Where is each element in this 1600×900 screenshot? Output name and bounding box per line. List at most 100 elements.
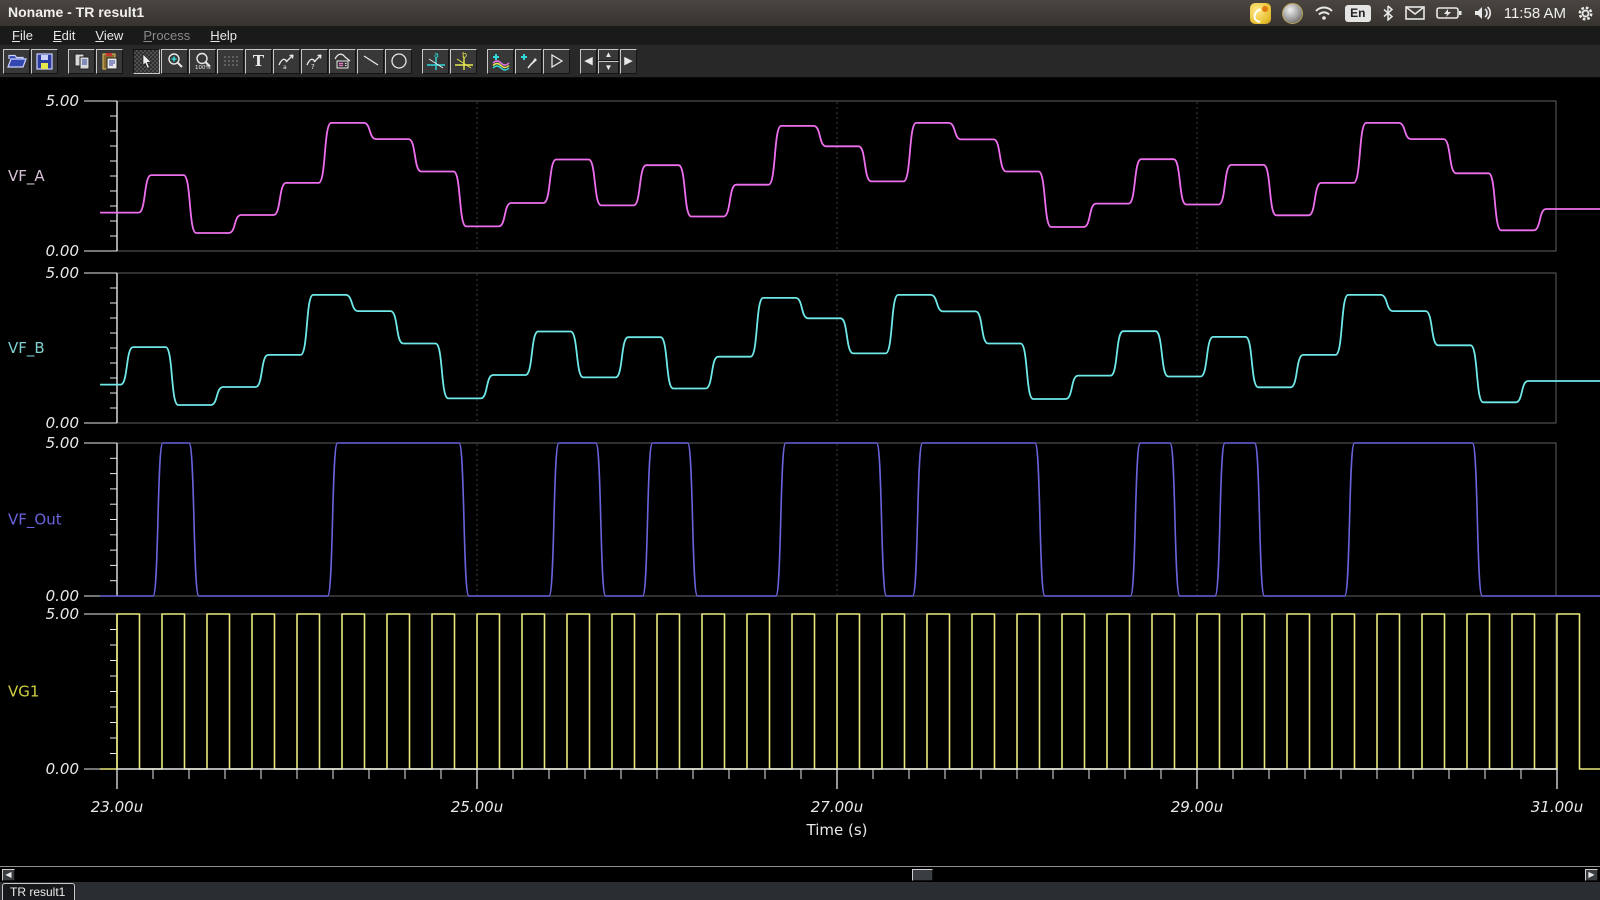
open-folder-icon bbox=[7, 53, 27, 69]
copy-button[interactable] bbox=[68, 49, 95, 74]
add-curves-icon bbox=[491, 52, 511, 71]
copy-icon bbox=[73, 52, 91, 70]
scrollbar-left-arrow[interactable]: ◀ bbox=[2, 869, 15, 881]
select-pointer-button[interactable] bbox=[133, 49, 160, 74]
ellipse-icon bbox=[390, 52, 408, 70]
curve-marker-1-button[interactable]: a bbox=[273, 49, 300, 74]
signal-label-VF_B: VF_B bbox=[8, 339, 45, 358]
pointer-arrow-icon bbox=[139, 52, 155, 70]
ellipse-tool-button[interactable] bbox=[385, 49, 412, 74]
left-arrow-icon: ◀ bbox=[584, 56, 592, 67]
signal-label-VF_Out: VF_Out bbox=[8, 511, 62, 530]
scroll-left-button[interactable]: ◀ bbox=[580, 49, 597, 74]
tina-app-icon[interactable] bbox=[1250, 3, 1271, 24]
paste-icon bbox=[101, 52, 119, 70]
title-bar[interactable]: Noname - TR result1 En bbox=[0, 0, 1600, 27]
y-tick-label-bottom: 0.00 bbox=[46, 587, 79, 605]
menu-help[interactable]: Help bbox=[200, 27, 247, 44]
floppy-disk-icon bbox=[36, 53, 53, 70]
menu-file[interactable]: File bbox=[2, 27, 43, 44]
menu-view[interactable]: View bbox=[85, 27, 133, 44]
battery-charging-icon[interactable] bbox=[1436, 6, 1462, 20]
session-gear-icon[interactable] bbox=[1577, 5, 1594, 22]
y-tick-label-bottom: 0.00 bbox=[46, 242, 79, 260]
y-tick-label-top: 5.00 bbox=[46, 605, 79, 623]
y-tick-label-bottom: 0.00 bbox=[46, 760, 79, 778]
curve-marker-1-icon: a bbox=[278, 52, 296, 70]
waveform-plot: 5.000.00VF_A5.000.00VF_B5.000.00VF_Out5.… bbox=[0, 78, 1600, 866]
paste-button[interactable] bbox=[96, 49, 123, 74]
y-tick-label-top: 5.00 bbox=[46, 92, 79, 110]
probe-button[interactable] bbox=[515, 49, 542, 74]
down-arrow-icon[interactable]: ▼ bbox=[598, 61, 619, 74]
x-tick-label: 27.00u bbox=[811, 798, 863, 816]
play-icon bbox=[549, 53, 565, 69]
add-curves-button[interactable] bbox=[487, 49, 514, 74]
up-arrow-icon[interactable]: ▲ bbox=[598, 49, 619, 62]
signal-label-VG1: VG1 bbox=[8, 683, 39, 701]
curve-marker-2-icon: ? bbox=[306, 52, 324, 70]
x-tick-label: 29.00u bbox=[1171, 798, 1223, 816]
x-tick-label: 25.00u bbox=[451, 798, 503, 816]
right-arrow-icon: ▶ bbox=[624, 56, 632, 67]
svg-text:b: b bbox=[462, 52, 467, 60]
scroll-up-down-spinner[interactable]: ▲ ▼ bbox=[598, 49, 619, 74]
clock-text[interactable]: 11:58 AM bbox=[1504, 5, 1566, 22]
tab-bar: TR result1 bbox=[0, 882, 1600, 900]
system-tray: En bbox=[1250, 0, 1594, 26]
x-tick-label: 31.00u bbox=[1531, 798, 1583, 816]
bluetooth-icon[interactable] bbox=[1382, 5, 1394, 21]
curve-legend-button[interactable] bbox=[329, 49, 356, 74]
y-tick-label-top: 5.00 bbox=[46, 264, 79, 282]
window-title: Noname - TR result1 bbox=[8, 4, 144, 20]
open-file-button[interactable] bbox=[3, 49, 30, 74]
plot-area[interactable]: 5.000.00VF_A5.000.00VF_B5.000.00VF_Out5.… bbox=[0, 78, 1600, 866]
scroll-right-button[interactable]: ▶ bbox=[620, 49, 637, 74]
signal-label-VF_A: VF_A bbox=[8, 167, 45, 186]
waveform-VF_A bbox=[100, 123, 1600, 233]
waveform-VF_Out bbox=[100, 443, 1600, 596]
tab-tr-result1[interactable]: TR result1 bbox=[2, 883, 75, 900]
save-button[interactable] bbox=[31, 49, 58, 74]
grid-dots-icon bbox=[223, 53, 239, 69]
cursor-a-icon: a bbox=[426, 52, 446, 71]
mail-icon[interactable] bbox=[1405, 6, 1425, 20]
scrollbar-thumb[interactable] bbox=[912, 869, 933, 881]
waveform-VG1 bbox=[100, 614, 1600, 769]
text-tool-button[interactable]: T bbox=[245, 49, 272, 74]
text-tool-icon: T bbox=[253, 54, 264, 69]
menu-edit[interactable]: Edit bbox=[43, 27, 85, 44]
waveform-VF_B bbox=[100, 295, 1600, 405]
zoom-in-button[interactable] bbox=[161, 49, 188, 74]
horizontal-scrollbar[interactable]: ◀ ▶ bbox=[0, 866, 1600, 882]
grid-button[interactable] bbox=[217, 49, 244, 74]
cursor-b-icon: b bbox=[454, 52, 474, 71]
zoom-out-icon: 100% bbox=[194, 52, 212, 70]
svg-text:a: a bbox=[283, 64, 287, 70]
menu-bar: File Edit View Process Help bbox=[0, 26, 1600, 45]
scrollbar-right-arrow[interactable]: ▶ bbox=[1585, 869, 1598, 881]
curve-marker-2-button[interactable]: ? bbox=[301, 49, 328, 74]
y-tick-label-top: 5.00 bbox=[46, 434, 79, 452]
zoom-out-100-button[interactable]: 100% bbox=[189, 49, 216, 74]
app-window: Noname - TR result1 En bbox=[0, 0, 1600, 900]
svg-text:a: a bbox=[434, 52, 439, 60]
cursor-b-button[interactable]: b bbox=[450, 49, 477, 74]
x-axis-title: Time (s) bbox=[806, 821, 868, 839]
line-tool-button[interactable] bbox=[357, 49, 384, 74]
curve-legend-icon bbox=[334, 52, 352, 70]
run-button[interactable] bbox=[543, 49, 570, 74]
keyboard-layout-indicator[interactable]: En bbox=[1345, 5, 1371, 22]
wifi-icon[interactable] bbox=[1314, 5, 1334, 21]
probe-icon bbox=[519, 52, 539, 71]
line-icon bbox=[362, 52, 380, 70]
y-tick-label-bottom: 0.00 bbox=[46, 414, 79, 432]
svg-text:?: ? bbox=[311, 63, 315, 70]
x-tick-label: 23.00u bbox=[91, 798, 143, 816]
sphere-indicator-icon[interactable] bbox=[1282, 3, 1303, 24]
zoom-in-icon bbox=[166, 52, 184, 70]
toolbar: 100% T a bbox=[0, 45, 1600, 78]
menu-process: Process bbox=[133, 27, 200, 44]
volume-icon[interactable] bbox=[1473, 5, 1493, 21]
cursor-a-button[interactable]: a bbox=[422, 49, 449, 74]
